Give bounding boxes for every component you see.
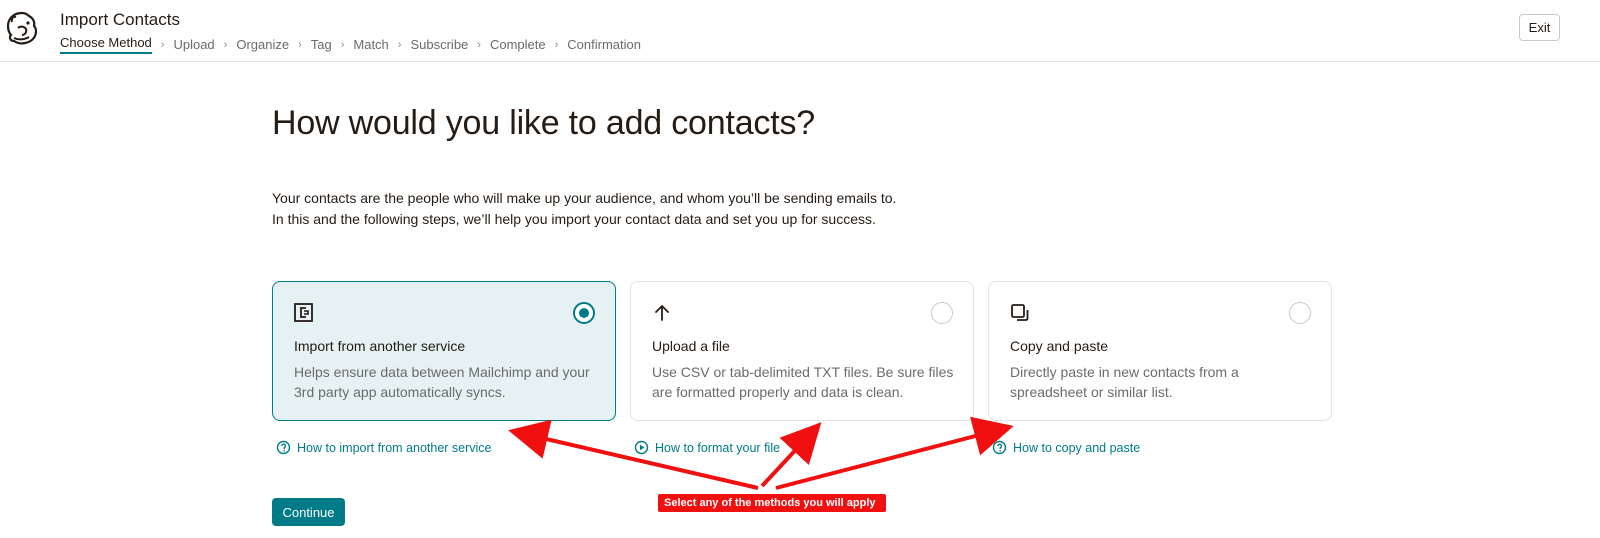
intro-text: Your contacts are the people who will ma… (272, 188, 896, 230)
annotation-arrow-middle (760, 422, 822, 488)
copy-icon (1011, 304, 1029, 321)
card-title: Copy and paste (1010, 338, 1109, 354)
step-upload: Upload (173, 37, 215, 52)
upload-arrow-icon (655, 305, 669, 321)
annotation-arrows (508, 416, 1014, 490)
radio-import-service[interactable] (573, 302, 595, 324)
help-link-label[interactable]: How to copy and paste (1013, 441, 1140, 455)
help-link-label[interactable]: How to format your file (655, 441, 780, 455)
step-choose-method[interactable]: Choose Method (60, 35, 152, 54)
card-title: Upload a file (652, 338, 730, 354)
annotation-label: Select any of the methods you will apply (658, 494, 886, 512)
lightbulb-icon (276, 440, 291, 455)
step-confirmation: Confirmation (567, 37, 641, 52)
mailchimp-logo[interactable] (4, 10, 40, 46)
top-bar: Import Contacts Choose Method › Upload ›… (0, 0, 1600, 62)
page-title: Import Contacts (60, 10, 180, 29)
option-card-upload-file[interactable]: Upload a file Use CSV or tab-delimited T… (630, 281, 974, 421)
chevron-right-icon: › (298, 38, 302, 51)
chevron-right-icon: › (340, 38, 345, 51)
option-card-copy-paste[interactable]: Copy and paste Directly paste in new con… (988, 281, 1332, 421)
chevron-right-icon: › (397, 38, 402, 51)
help-link-label[interactable]: How to import from another service (297, 441, 492, 455)
card-description: Directly paste in new contacts from a sp… (1010, 364, 1239, 400)
lightbulb-icon (992, 440, 1007, 455)
step-complete: Complete (489, 37, 546, 52)
step-match: Match (353, 37, 389, 52)
continue-button[interactable]: Continue (272, 498, 345, 526)
chevron-right-icon: › (223, 38, 228, 51)
chevron-right-icon: › (477, 38, 481, 51)
intro-line-1: Your contacts are the people who will ma… (272, 190, 897, 206)
card-description: Use CSV or tab-delimited TXT files. Be s… (652, 364, 954, 400)
card-title: Import from another service (294, 338, 466, 354)
option-card-import-service[interactable]: Import from another service Helps ensure… (272, 281, 616, 421)
main-heading: How would you like to add contacts? (272, 104, 815, 142)
chevron-right-icon: › (554, 38, 559, 51)
radio-copy-paste[interactable] (1289, 302, 1311, 324)
radio-upload-file[interactable] (931, 302, 953, 324)
exit-button[interactable]: Exit (1519, 14, 1560, 41)
help-link-import-service[interactable]: How to import from another service (276, 440, 492, 455)
step-organize: Organize (236, 37, 290, 52)
play-circle-icon (634, 440, 649, 455)
intro-line-2: In this and the following steps, we’ll h… (272, 211, 876, 227)
help-link-format-file[interactable]: How to format your file (634, 440, 780, 455)
step-tag: Tag (310, 37, 332, 52)
help-link-copy-paste[interactable]: How to copy and paste (992, 440, 1140, 455)
card-description: Helps ensure data between Mailchimp and … (294, 364, 590, 400)
annotation-arrow-right (775, 416, 1014, 490)
step-subscribe: Subscribe (410, 37, 469, 52)
chevron-right-icon: › (160, 38, 165, 51)
integration-icon (294, 303, 313, 322)
breadcrumb: Choose Method › Upload › Organize › Tag … (60, 35, 641, 54)
